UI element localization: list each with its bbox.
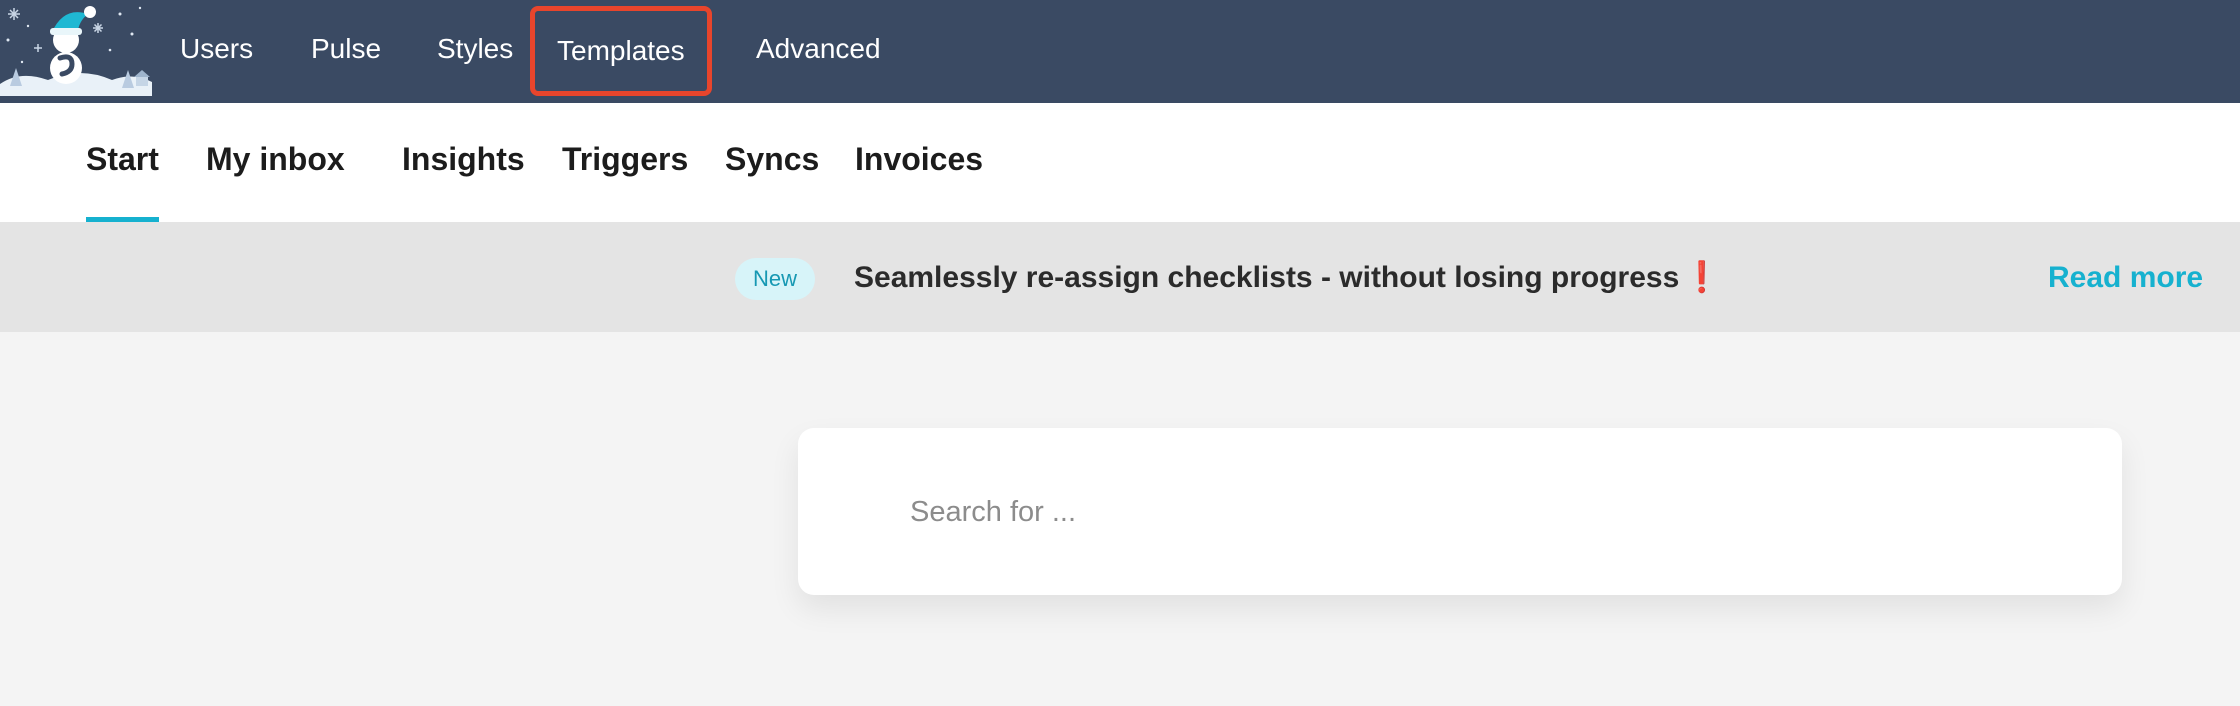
banner-message-container: Seamlessly re-assign checklists - withou… xyxy=(854,252,1721,304)
logo[interactable] xyxy=(0,0,152,96)
topnav-templates[interactable]: Templates xyxy=(530,6,712,96)
new-badge: New xyxy=(735,258,816,300)
search-card xyxy=(798,428,2122,595)
top-nav-bar: Users Pulse Styles Templates Advanced xyxy=(0,0,2240,103)
snowman-logo-icon xyxy=(0,0,152,96)
topnav-pulse[interactable]: Pulse xyxy=(311,0,381,98)
exclamation-icon: ❗ xyxy=(1683,261,1721,294)
tab-triggers[interactable]: Triggers xyxy=(562,103,688,222)
tab-invoices[interactable]: Invoices xyxy=(855,103,983,222)
sub-tab-bar: Start My inbox Insights Triggers Syncs I… xyxy=(0,103,2240,222)
tab-start[interactable]: Start xyxy=(86,103,159,222)
tab-my-inbox[interactable]: My inbox xyxy=(206,103,345,222)
topnav-users[interactable]: Users xyxy=(180,0,253,98)
banner-message: Seamlessly re-assign checklists - withou… xyxy=(854,261,1680,294)
tab-insights[interactable]: Insights xyxy=(402,103,525,222)
search-input[interactable] xyxy=(908,478,2058,546)
read-more-link[interactable]: Read more xyxy=(2048,252,2203,304)
topnav-styles[interactable]: Styles xyxy=(437,0,513,98)
topnav-advanced[interactable]: Advanced xyxy=(756,0,881,98)
announcement-banner: New Seamlessly re-assign checklists - wi… xyxy=(0,222,2240,332)
tab-syncs[interactable]: Syncs xyxy=(725,103,819,222)
